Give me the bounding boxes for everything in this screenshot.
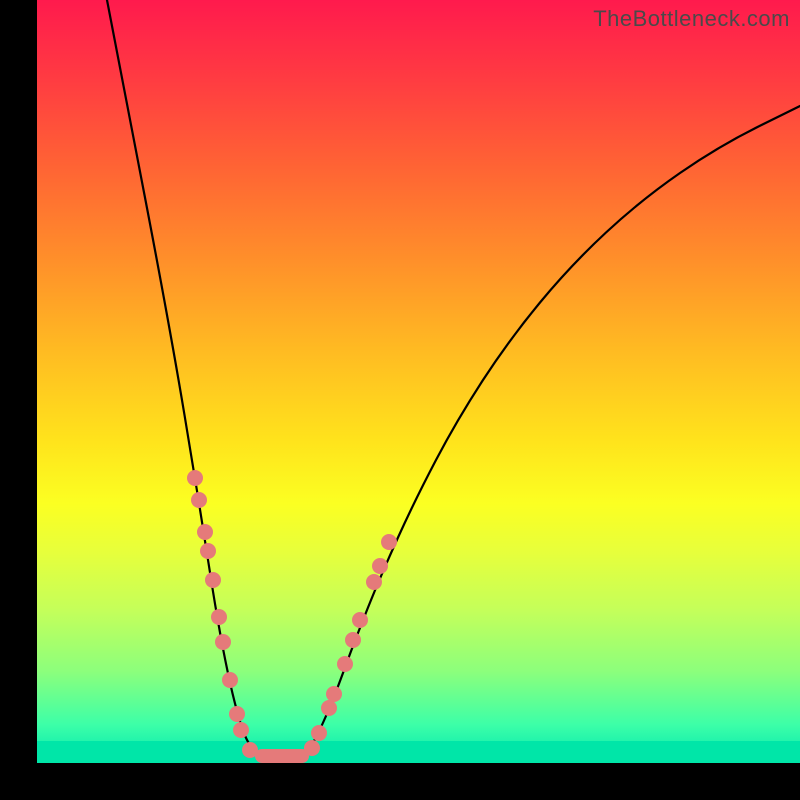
data-point-dot bbox=[191, 492, 207, 508]
data-point-dot bbox=[304, 740, 320, 756]
plot-area: TheBottleneck.com bbox=[37, 0, 800, 763]
bottleneck-curve bbox=[37, 0, 800, 763]
data-point-dot bbox=[381, 534, 397, 550]
data-point-dot bbox=[197, 524, 213, 540]
watermark-text: TheBottleneck.com bbox=[593, 6, 790, 32]
data-point-dot bbox=[187, 470, 203, 486]
data-point-dot bbox=[200, 543, 216, 559]
data-point-dot bbox=[215, 634, 231, 650]
data-point-dot bbox=[326, 686, 342, 702]
data-point-dot bbox=[321, 700, 337, 716]
data-point-dot bbox=[311, 725, 327, 741]
curve-left-branch bbox=[107, 0, 262, 756]
chart-frame: TheBottleneck.com bbox=[0, 0, 800, 800]
data-point-dot bbox=[345, 632, 361, 648]
data-point-dot bbox=[205, 572, 221, 588]
data-point-dot bbox=[233, 722, 249, 738]
data-point-dot bbox=[366, 574, 382, 590]
data-point-dot bbox=[337, 656, 353, 672]
data-point-dot bbox=[352, 612, 368, 628]
curve-right-branch bbox=[302, 106, 800, 756]
data-point-dot bbox=[229, 706, 245, 722]
data-point-dot bbox=[211, 609, 227, 625]
data-point-dot bbox=[372, 558, 388, 574]
data-point-dot bbox=[222, 672, 238, 688]
data-point-dot bbox=[242, 742, 258, 758]
